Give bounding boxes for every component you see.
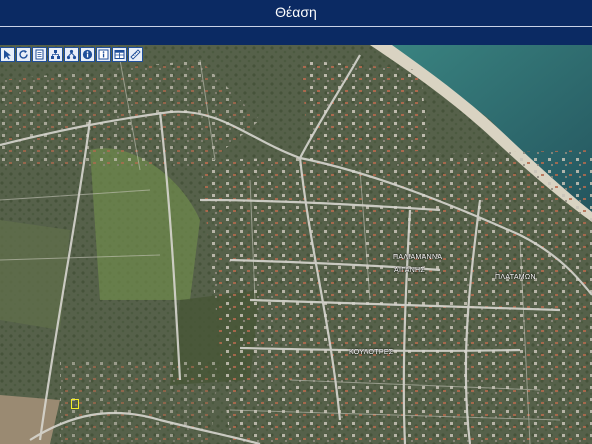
- window-title: Θέαση: [275, 4, 317, 20]
- map-toolbar: [0, 46, 143, 62]
- select-arrow-icon[interactable]: [0, 46, 15, 62]
- refresh-icon[interactable]: [16, 46, 31, 62]
- map-label-palaiamanna: ΠΑΛΙΑΜΑΝΝΑ: [393, 254, 443, 261]
- title-bar: Θέαση: [0, 0, 592, 27]
- map-label-aiganis: ΑΙΓΑΝΗΣ: [394, 267, 426, 274]
- info-icon[interactable]: [96, 46, 111, 62]
- hierarchy-icon[interactable]: [64, 46, 79, 62]
- table-icon[interactable]: [112, 46, 127, 62]
- satellite-map[interactable]: ΠΑΛΙΑΜΑΝΝΑ ΑΙΓΑΝΗΣ ΠΛΑΤΑΜΩΝ ΚΟΥΛΟΤΡΕΣ: [0, 45, 592, 444]
- info-icon[interactable]: [80, 46, 95, 62]
- selected-parcel-marker[interactable]: [71, 399, 79, 409]
- measure-icon[interactable]: [128, 46, 143, 62]
- map-label-platamon: ΠΛΑΤΑΜΩΝ: [495, 274, 536, 281]
- document-icon[interactable]: [32, 46, 47, 62]
- header-band: [0, 27, 592, 45]
- network-icon[interactable]: [48, 46, 63, 62]
- map-label-koulotres: ΚΟΥΛΟΤΡΕΣ: [349, 349, 394, 356]
